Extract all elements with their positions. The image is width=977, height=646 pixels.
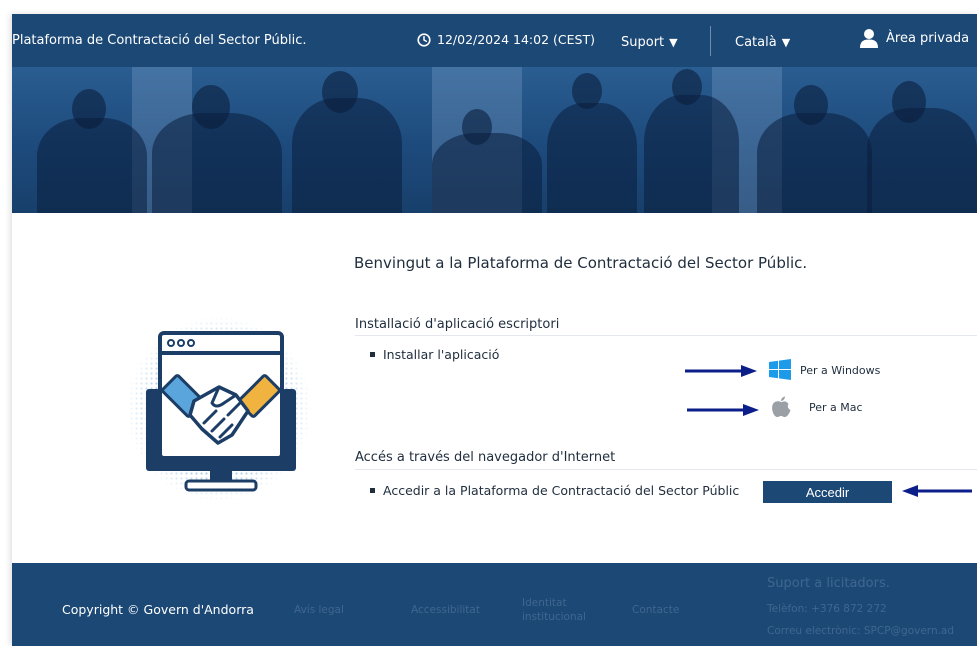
accessibility-link[interactable]: Accessibilitat <box>411 604 480 616</box>
chevron-down-icon: ▼ <box>669 36 678 49</box>
bullet-icon <box>370 352 375 357</box>
top-header: Plataforma de Contractació del Sector Pú… <box>12 14 977 67</box>
access-platform-label: Accedir a la Plataforma de Contractació … <box>383 483 740 498</box>
private-area-label: Àrea privada <box>886 30 970 46</box>
institutional-identity-line1: Identitat <box>522 597 567 609</box>
windows-download-link[interactable]: Per a Windows <box>769 359 880 381</box>
section-divider <box>355 335 977 336</box>
site-title[interactable]: Plataforma de Contractació del Sector Pú… <box>12 33 307 48</box>
datetime-text: 12/02/2024 14:02 (CEST) <box>437 32 595 47</box>
private-area-link[interactable]: Àrea privada <box>860 28 969 48</box>
arrow-right-icon <box>687 404 759 416</box>
clock-icon <box>417 32 431 47</box>
support-menu[interactable]: Suport ▼ <box>621 35 678 50</box>
page-frame: Plataforma de Contractació del Sector Pú… <box>12 14 977 646</box>
section-divider <box>355 469 977 470</box>
contact-link[interactable]: Contacte <box>632 604 679 616</box>
copyright-text: Copyright © Govern d'Andorra <box>62 602 254 617</box>
user-icon <box>860 29 878 48</box>
support-phone: Telèfon: +376 872 272 <box>767 603 887 615</box>
institutional-identity-line2: institucional <box>522 611 586 623</box>
support-email[interactable]: Correu electrònic: SPCP@govern.ad <box>767 625 954 637</box>
handshake-monitor-illustration <box>124 311 314 511</box>
arrow-left-icon <box>902 485 972 497</box>
language-menu-label: Català <box>735 35 777 50</box>
bullet-icon <box>370 488 375 493</box>
support-title: Suport a licitadors. <box>767 576 890 591</box>
access-platform-list-item: Accedir a la Plataforma de Contractació … <box>370 483 739 498</box>
datetime-display: 12/02/2024 14:02 (CEST) <box>417 32 595 47</box>
install-app-label: Installar l'aplicació <box>383 347 500 362</box>
desktop-install-section-title: Installació d'aplicació escriptori <box>355 317 560 332</box>
windows-icon <box>769 359 791 380</box>
install-app-list-item: Installar l'aplicació <box>370 347 499 362</box>
support-menu-label: Suport <box>621 35 665 50</box>
legal-notice-link[interactable]: Avís legal <box>294 604 344 616</box>
arrow-right-icon <box>685 365 757 377</box>
mac-link-label: Per a Mac <box>809 400 863 414</box>
apple-icon <box>772 396 791 417</box>
chevron-down-icon: ▼ <box>781 36 791 49</box>
hero-banner-image <box>12 67 977 213</box>
language-menu[interactable]: Català ▼ <box>735 35 790 50</box>
access-button[interactable]: Accedir <box>763 481 892 503</box>
mac-download-link[interactable]: Per a Mac <box>771 396 863 418</box>
page-footer: Copyright © Govern d'Andorra Avís legal … <box>12 563 977 646</box>
header-divider <box>710 26 711 56</box>
browser-access-section-title: Accés a través del navegador d'Internet <box>355 450 616 465</box>
welcome-heading: Benvingut a la Plataforma de Contractaci… <box>354 254 808 272</box>
page-top-margin <box>0 0 977 14</box>
windows-link-label: Per a Windows <box>800 363 881 377</box>
